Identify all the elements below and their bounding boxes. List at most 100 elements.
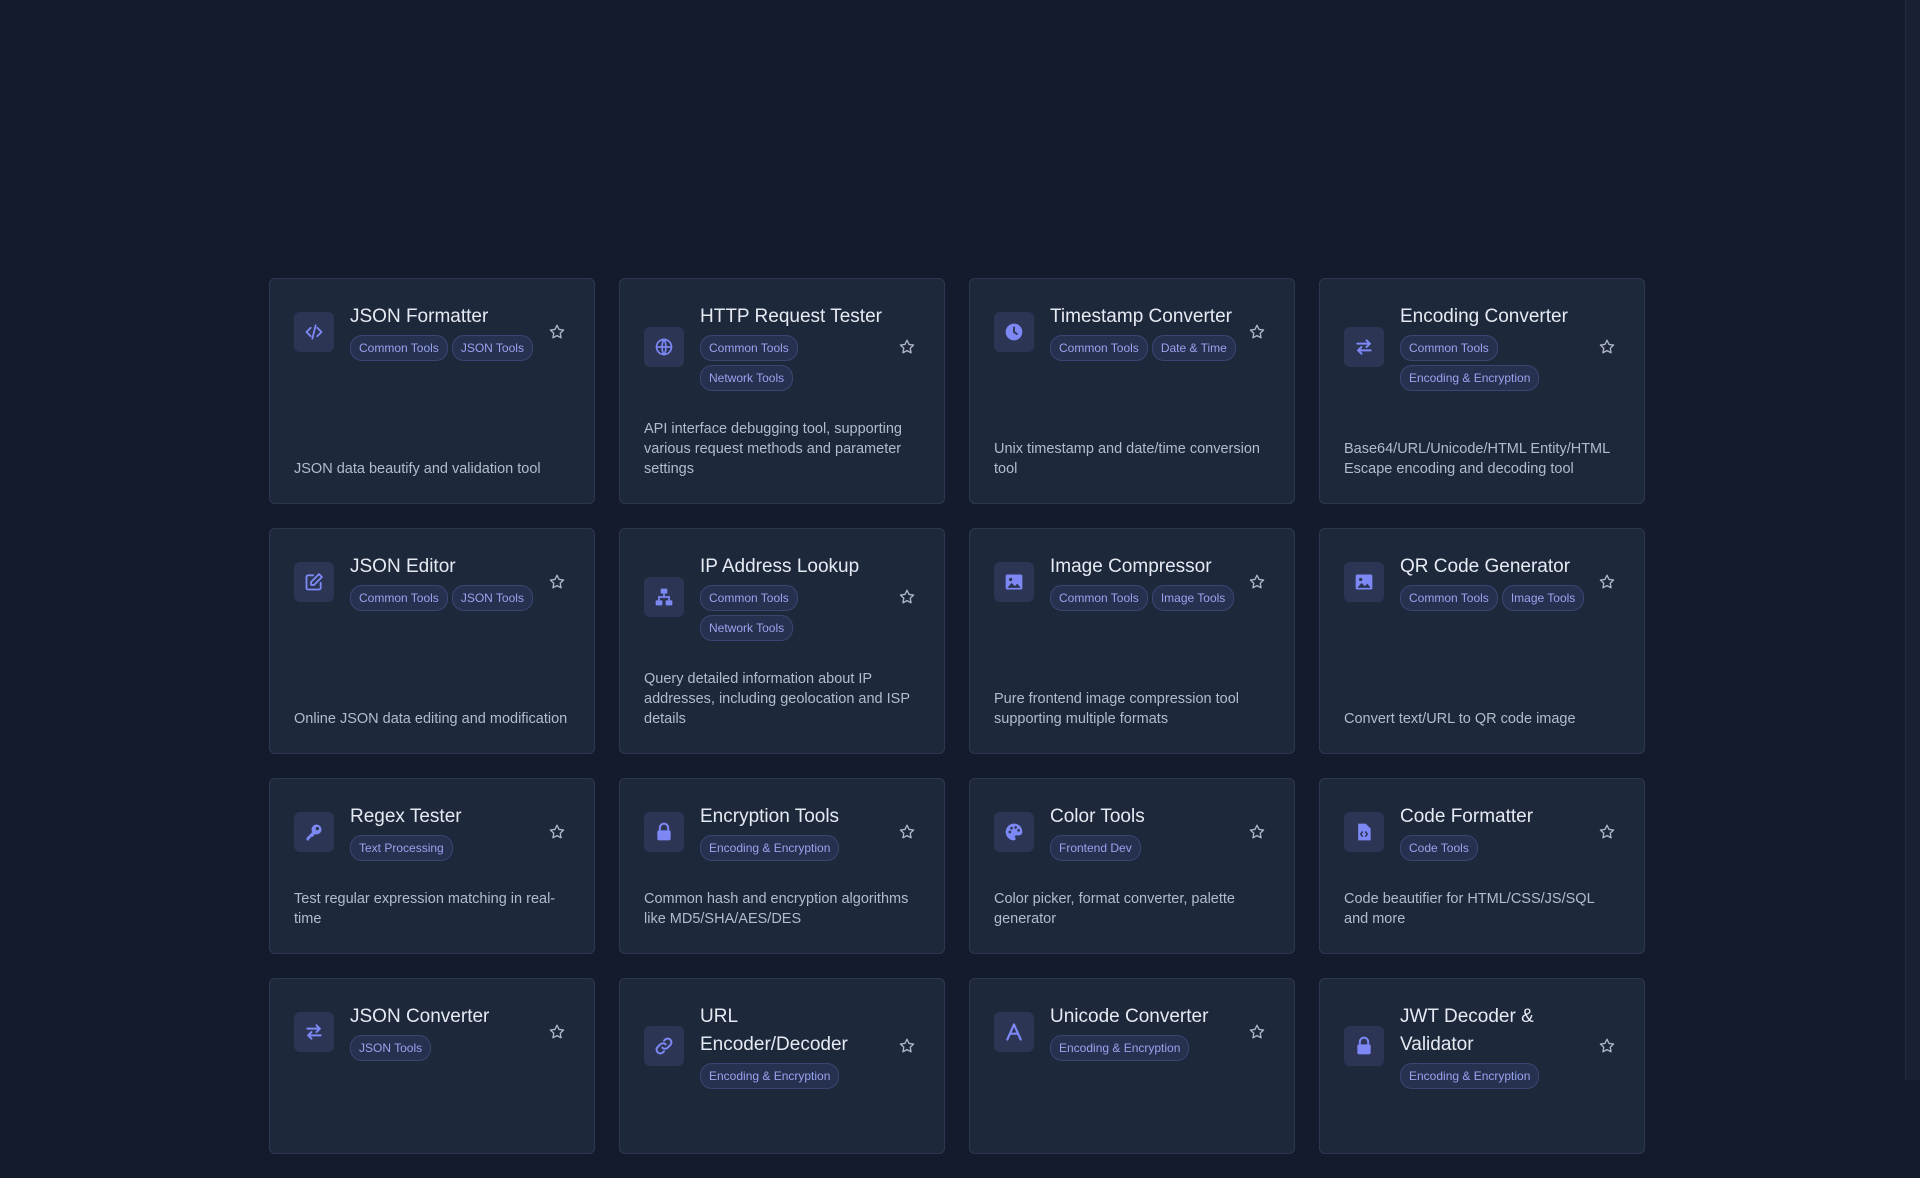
tool-card-regex-tester[interactable]: Regex Tester Text Processing Test regular …: [269, 778, 595, 954]
tool-card-meta: Regex Tester Text Processing: [350, 803, 536, 861]
tag-common-tools[interactable]: Common Tools: [1050, 335, 1148, 361]
tool-card-image-compressor[interactable]: Image Compressor Common Tools Image Tools P…: [969, 528, 1295, 754]
tool-card-meta: JSON Formatter Common Tools JSON Tools: [350, 303, 536, 361]
tool-card-header: JSON Editor Common Tools JSON Tools: [294, 553, 570, 611]
tag-encoding-encryption[interactable]: Encoding & Encryption: [1050, 1035, 1190, 1061]
swap-icon: [294, 1012, 334, 1052]
favorite-star-icon[interactable]: [894, 584, 920, 610]
tool-tags: Common Tools Date & Time: [1050, 335, 1236, 361]
tag-frontend-dev[interactable]: Frontend Dev: [1050, 835, 1141, 861]
tag-encoding-encryption[interactable]: Encoding & Encryption: [700, 1063, 840, 1089]
tag-encoding-encryption[interactable]: Encoding & Encryption: [1400, 365, 1540, 391]
tool-card-jwt-decoder-validator[interactable]: JWT Decoder & Validator Encoding & Encryp…: [1319, 978, 1645, 1154]
favorite-star-icon[interactable]: [544, 319, 570, 345]
tool-card-unicode-converter[interactable]: Unicode Converter Encoding & Encryption: [969, 978, 1295, 1154]
tool-card-header: HTTP Request Tester Common Tools Network T…: [644, 303, 920, 391]
tool-card-encoding-converter[interactable]: Encoding Converter Common Tools Encoding &…: [1319, 278, 1645, 504]
tool-card-color-tools[interactable]: Color Tools Frontend Dev Color picker, for…: [969, 778, 1295, 954]
tag-text-processing[interactable]: Text Processing: [350, 835, 453, 861]
tool-card-header: Encryption Tools Encoding & Encryption: [644, 803, 920, 861]
tool-tags: Common Tools Network Tools: [700, 585, 886, 641]
tool-tags: Code Tools: [1400, 835, 1586, 861]
tool-description: Common hash and encryption algorithms li…: [644, 891, 909, 927]
tag-code-tools[interactable]: Code Tools: [1400, 835, 1478, 861]
tool-tags: Encoding & Encryption: [1050, 1035, 1236, 1061]
tag-common-tools[interactable]: Common Tools: [700, 335, 798, 361]
tool-card-header: Timestamp Converter Common Tools Date & Ti…: [994, 303, 1270, 361]
tool-description: Unix timestamp and date/time conversion …: [994, 441, 1260, 477]
tool-title: Unicode Converter: [1050, 1006, 1209, 1027]
tag-image-tools[interactable]: Image Tools: [1151, 585, 1235, 611]
favorite-star-icon[interactable]: [1594, 569, 1620, 595]
tool-card-timestamp-converter[interactable]: Timestamp Converter Common Tools Date & Ti…: [969, 278, 1295, 504]
tool-card-json-formatter[interactable]: JSON Formatter Common Tools JSON Tools JSON…: [269, 278, 595, 504]
tag-json-tools[interactable]: JSON Tools: [451, 335, 533, 361]
favorite-star-icon[interactable]: [1594, 1033, 1620, 1059]
favorite-star-icon[interactable]: [1244, 1019, 1270, 1045]
tool-title: Timestamp Converter: [1050, 306, 1232, 327]
tools-grid: JSON Formatter Common Tools JSON Tools JSON…: [269, 278, 1645, 1178]
tool-card-code-formatter[interactable]: Code Formatter Code Tools Code beautifier …: [1319, 778, 1645, 954]
globe-icon: [644, 327, 684, 367]
tool-card-meta: URL Encoder/Decoder Encoding & Encryption: [700, 1003, 886, 1089]
favorite-star-icon[interactable]: [894, 334, 920, 360]
tag-network-tools[interactable]: Network Tools: [700, 615, 794, 641]
tool-description: Code beautifier for HTML/CSS/JS/SQL and …: [1344, 891, 1595, 927]
tag-common-tools[interactable]: Common Tools: [350, 335, 448, 361]
tool-card-json-editor[interactable]: JSON Editor Common Tools JSON Tools Online …: [269, 528, 595, 754]
tool-card-header: QR Code Generator Common Tools Image Tools: [1344, 553, 1620, 611]
lock-icon: [1344, 1026, 1384, 1066]
tool-card-header: Color Tools Frontend Dev: [994, 803, 1270, 861]
tool-card-header: Encoding Converter Common Tools Encoding &…: [1344, 303, 1620, 391]
tag-json-tools[interactable]: JSON Tools: [350, 1035, 432, 1061]
tool-tags: Frontend Dev: [1050, 835, 1236, 861]
favorite-star-icon[interactable]: [1244, 319, 1270, 345]
favorite-star-icon[interactable]: [894, 819, 920, 845]
tool-card-meta: HTTP Request Tester Common Tools Network T…: [700, 303, 886, 391]
tag-encoding-encryption[interactable]: Encoding & Encryption: [700, 835, 840, 861]
tool-card-json-converter[interactable]: JSON Converter JSON Tools: [269, 978, 595, 1154]
tag-common-tools[interactable]: Common Tools: [350, 585, 448, 611]
favorite-star-icon[interactable]: [1244, 819, 1270, 845]
tool-card-http-request-tester[interactable]: HTTP Request Tester Common Tools Network T…: [619, 278, 945, 504]
tool-title: Encoding Converter: [1400, 306, 1568, 327]
tag-date-time[interactable]: Date & Time: [1151, 335, 1236, 361]
tool-card-meta: IP Address Lookup Common Tools Network Too…: [700, 553, 886, 641]
tool-card-meta: JWT Decoder & Validator Encoding & Encryp…: [1400, 1003, 1586, 1089]
tool-card-ip-address-lookup[interactable]: IP Address Lookup Common Tools Network Too…: [619, 528, 945, 754]
tool-card-encryption-tools[interactable]: Encryption Tools Encoding & Encryption Com…: [619, 778, 945, 954]
tool-card-url-encoder-decoder[interactable]: URL Encoder/Decoder Encoding & Encryption: [619, 978, 945, 1154]
tag-common-tools[interactable]: Common Tools: [1050, 585, 1148, 611]
tool-tags: Common Tools JSON Tools: [350, 335, 536, 361]
tag-network-tools[interactable]: Network Tools: [700, 365, 794, 391]
key-icon: [294, 812, 334, 852]
favorite-star-icon[interactable]: [1244, 569, 1270, 595]
favorite-star-icon[interactable]: [894, 1033, 920, 1059]
tool-description: Color picker, format converter, palette …: [994, 891, 1235, 927]
favorite-star-icon[interactable]: [1594, 334, 1620, 360]
tag-common-tools[interactable]: Common Tools: [1400, 335, 1498, 361]
lock-icon: [644, 812, 684, 852]
tag-image-tools[interactable]: Image Tools: [1501, 585, 1585, 611]
tool-title: JSON Formatter: [350, 306, 489, 327]
palette-icon: [994, 812, 1034, 852]
tool-title: HTTP Request Tester: [700, 306, 882, 327]
tag-json-tools[interactable]: JSON Tools: [451, 585, 533, 611]
favorite-star-icon[interactable]: [544, 819, 570, 845]
tag-encoding-encryption[interactable]: Encoding & Encryption: [1400, 1063, 1540, 1089]
tool-card-header: JSON Formatter Common Tools JSON Tools: [294, 303, 570, 361]
image-icon: [1344, 562, 1384, 602]
favorite-star-icon[interactable]: [544, 569, 570, 595]
tool-tags: Common Tools Encoding & Encryption: [1400, 335, 1586, 391]
tool-card-meta: JSON Editor Common Tools JSON Tools: [350, 553, 536, 611]
tool-tags: JSON Tools: [350, 1035, 536, 1061]
code-icon: [294, 312, 334, 352]
tool-card-qr-code-generator[interactable]: QR Code Generator Common Tools Image Tools…: [1319, 528, 1645, 754]
favorite-star-icon[interactable]: [544, 1019, 570, 1045]
font-icon: [994, 1012, 1034, 1052]
tool-title: JSON Converter: [350, 1006, 490, 1027]
page-scrollbar[interactable]: [1905, 0, 1920, 1080]
favorite-star-icon[interactable]: [1594, 819, 1620, 845]
tag-common-tools[interactable]: Common Tools: [700, 585, 798, 611]
tag-common-tools[interactable]: Common Tools: [1400, 585, 1498, 611]
